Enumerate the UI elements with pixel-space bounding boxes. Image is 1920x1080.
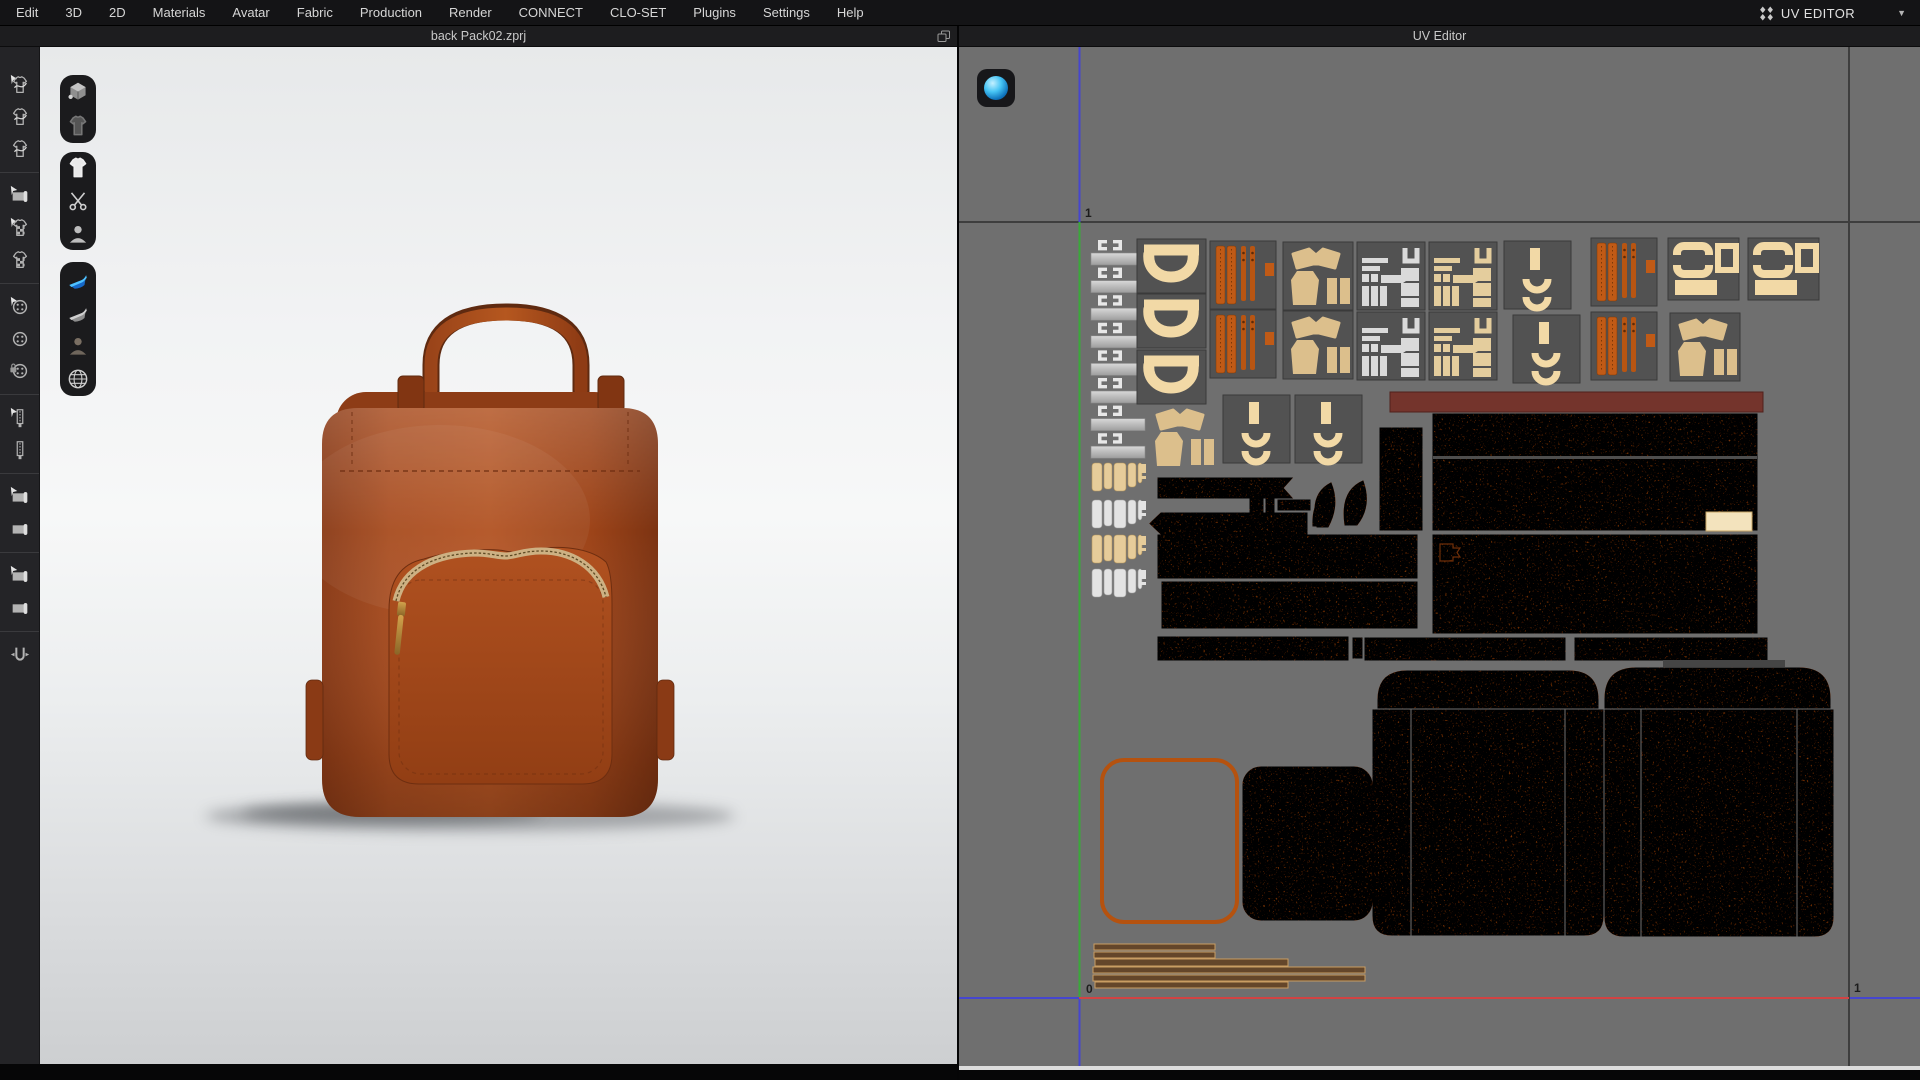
shirt-bright-icon [69,157,87,178]
pattern-grid-icon [1759,6,1773,20]
button-tool-button[interactable] [0,323,40,355]
avatar-view-button[interactable] [63,331,93,361]
menu-item-2d[interactable]: 2D [109,5,126,20]
menu-item-connect[interactable]: CONNECT [519,5,583,20]
menu-item-render[interactable]: Render [449,5,492,20]
menu-item-production[interactable]: Production [360,5,422,20]
roll-icon [12,523,28,535]
3d-viewport[interactable] [40,47,957,1064]
fabric-blue-icon [69,274,87,289]
roll-cursor-icon [10,565,28,582]
menu-item-edit[interactable]: Edit [16,5,38,20]
buttonhole-tool-button[interactable] [0,355,40,387]
roll-icon [12,602,28,614]
uv-islands-svg[interactable]: 1 0 1 [959,47,1920,1066]
show-avatar-button[interactable] [63,219,93,249]
show-garment-button[interactable] [63,153,93,183]
app-window: Edit 3D 2D Materials Avatar Fabric Production R… [0,0,1920,1080]
binding-tool-button[interactable] [0,592,40,624]
shirt-checker-cursor-icon [10,217,28,236]
fabric-front-view-button[interactable] [63,264,93,294]
viewport-toolbar-group-0 [60,75,96,143]
view-garment-dim-button[interactable] [63,111,93,141]
mode-switcher[interactable]: UV EDITOR ▼ [1759,0,1906,26]
backpack-3d-render [205,303,735,831]
person-dim-icon [69,337,87,355]
view-3d-style-button[interactable] [63,77,93,107]
fabric-back-view-button[interactable] [63,297,93,327]
select-binding-tool-button[interactable] [0,560,40,592]
shirt-checker-icon [12,251,28,268]
edit-texture-tool-button[interactable] [0,244,40,276]
free-sewing-tool-button[interactable] [0,133,40,165]
chevron-down-icon[interactable]: ▼ [1897,8,1906,18]
shirt-curve-cursor-icon [10,74,28,93]
person-icon [69,225,87,243]
menu-item-plugins[interactable]: Plugins [693,5,736,20]
restore-icon[interactable] [937,30,951,43]
select-button-tool-button[interactable] [0,291,40,323]
clamp-tool-button[interactable] [0,639,40,671]
shirt-curve-icon [12,108,28,125]
button-cursor-icon [10,296,28,315]
3d-window-titlebar: back Pack02.zprj [0,26,957,47]
menu-item-settings[interactable]: Settings [763,5,810,20]
shirt-curve-icon [12,140,28,157]
uv-bottom-strip [959,1066,1920,1070]
menu-item-clo-set[interactable]: CLO-SET [610,5,666,20]
tool-group-2 [0,283,39,389]
globe-icon [68,369,88,389]
zipper-icon [16,441,24,460]
clamp-icon [10,647,30,661]
uv-grid-label: 1 [1085,206,1092,220]
sewing-tool-button[interactable] [0,101,40,133]
zipper-tool-button[interactable] [0,434,40,466]
menu-bar: Edit 3D 2D Materials Avatar Fabric Production R… [0,0,1920,26]
button-lock-icon [10,363,28,379]
tool-group-1 [0,172,39,278]
texture-sphere-button[interactable] [977,69,1015,107]
project-title: back Pack02.zprj [430,29,527,43]
uv-panel-title: UV Editor [1412,29,1467,43]
tool-group-6 [0,631,39,673]
button-icon [12,331,28,347]
uv-grid-label: 1 [1854,981,1861,995]
viewport-toolbar-group-2 [60,262,96,396]
scissors-icon [69,192,87,211]
shirt-dim-icon [69,115,87,136]
viewport-toolbar-group-1 [60,152,96,250]
uv-window-titlebar: UV Editor [959,26,1920,47]
tool-group-0 [0,67,39,167]
tool-group-3 [0,394,39,468]
sphere-blue-icon [984,76,1008,100]
select-texture-tool-button[interactable] [0,180,40,212]
menu-item-help[interactable]: Help [837,5,864,20]
mode-label: UV EDITOR [1780,5,1856,21]
select-zipper-tool-button[interactable] [0,402,40,434]
menu-item-avatar[interactable]: Avatar [232,5,269,20]
roll-cursor-icon [10,185,28,202]
cube-icon [68,82,86,100]
edit-sewing-tool-button[interactable] [0,69,40,101]
tool-group-4 [0,473,39,547]
zipper-cursor-icon [10,407,24,428]
select-trim-tool-button[interactable] [0,481,40,513]
roll-cursor-icon [10,486,28,503]
apply-texture-tool-button[interactable] [0,212,40,244]
uv-grid-label: 0 [1086,982,1093,996]
menu-items: Edit 3D 2D Materials Avatar Fabric Production R… [16,5,891,20]
wireframe-view-button[interactable] [63,364,93,394]
tool-group-5 [0,552,39,626]
fabric-gray-icon [69,308,87,322]
menu-item-fabric[interactable]: Fabric [297,5,333,20]
tool-sidebar [0,47,40,1064]
uv-editor-canvas[interactable]: 1 0 1 [959,47,1920,1066]
pattern-tool-button[interactable] [63,186,93,216]
menu-item-materials[interactable]: Materials [153,5,206,20]
trim-tool-button[interactable] [0,513,40,545]
menu-item-3d[interactable]: 3D [65,5,82,20]
